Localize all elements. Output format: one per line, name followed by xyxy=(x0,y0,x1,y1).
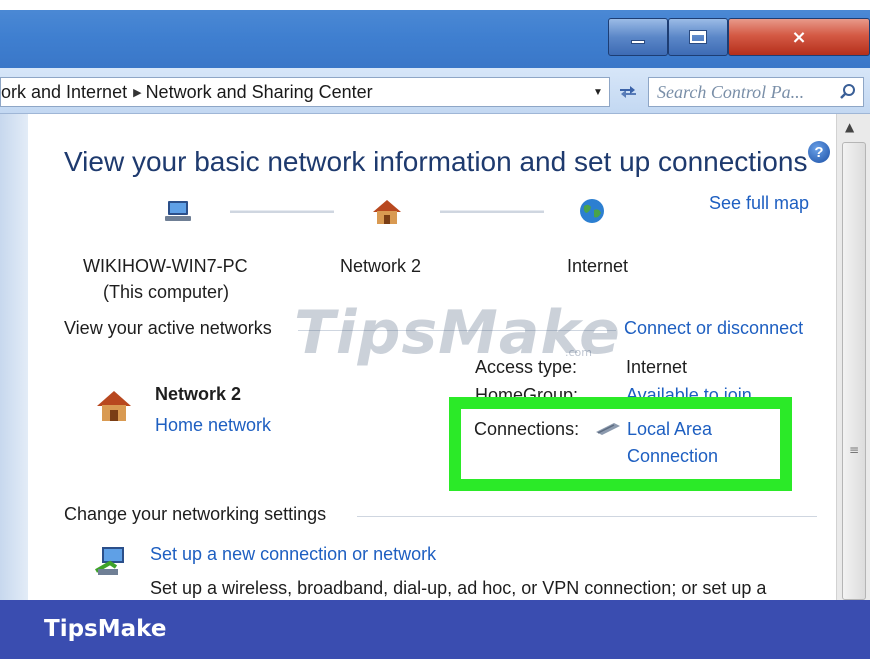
page-title: View your basic network information and … xyxy=(64,146,808,177)
scroll-thumb[interactable]: ≡ xyxy=(842,142,866,600)
scroll-up-icon[interactable]: ▲ xyxy=(845,120,854,134)
network-name: Network 2 xyxy=(155,384,242,404)
navigation-pane-edge xyxy=(0,114,28,600)
close-button[interactable]: × xyxy=(728,18,870,56)
minimize-icon xyxy=(631,40,645,44)
change-settings-label: Change your networking settings xyxy=(64,504,327,524)
home-network-icon[interactable] xyxy=(96,389,132,423)
breadcrumb[interactable]: ork and Internet ▶ Network and Sharing C… xyxy=(0,77,610,107)
title-bar: × xyxy=(0,0,870,68)
address-bar: ork and Internet ▶ Network and Sharing C… xyxy=(0,68,870,114)
map-node-internet-name: Internet xyxy=(567,256,629,276)
see-full-map-link[interactable]: See full map xyxy=(709,193,809,214)
map-node-computer-name: WIKIHOW-WIN7-PC xyxy=(83,256,248,276)
breadcrumb-separator-icon[interactable]: ▶ xyxy=(133,86,141,99)
connections-highlight xyxy=(449,397,792,491)
refresh-icon xyxy=(620,86,636,98)
map-node-computer-sub: (This computer) xyxy=(103,282,230,302)
section-divider xyxy=(357,516,817,517)
maximize-icon xyxy=(689,30,707,44)
computer-icon[interactable] xyxy=(164,199,194,225)
access-type-label: Access type: xyxy=(475,357,578,377)
breadcrumb-item-network-internet[interactable]: ork and Internet xyxy=(1,82,127,103)
connections-label: Connections: xyxy=(474,419,580,439)
help-icon[interactable]: ? xyxy=(808,141,830,163)
setup-connection-description: Set up a wireless, broadband, dial-up, a… xyxy=(150,578,767,598)
breadcrumb-item-sharing-center[interactable]: Network and Sharing Center xyxy=(146,82,373,103)
address-dropdown-icon[interactable]: ▼ xyxy=(587,78,609,106)
network-type-link[interactable]: Home network xyxy=(155,415,271,436)
window-top-edge xyxy=(0,0,870,10)
setup-connection-link[interactable]: Set up a new connection or network xyxy=(150,544,436,565)
scroll-grip-icon: ≡ xyxy=(849,443,860,457)
close-icon: × xyxy=(791,26,807,48)
map-connector-line xyxy=(440,210,544,213)
footer-brand: TipsMake xyxy=(44,616,167,642)
new-connection-icon[interactable] xyxy=(94,541,134,581)
home-network-icon[interactable] xyxy=(372,198,402,226)
search-icon[interactable] xyxy=(839,83,857,101)
vertical-scrollbar[interactable]: ▲ ≡ xyxy=(836,114,870,600)
connect-disconnect-link[interactable]: Connect or disconnect xyxy=(624,318,803,339)
map-connector-line xyxy=(230,210,334,213)
local-area-connection-link-line2[interactable]: Connection xyxy=(627,446,718,467)
network-adapter-icon xyxy=(596,423,620,435)
search-placeholder: Search Control Pa... xyxy=(657,81,805,102)
map-node-network-name: Network 2 xyxy=(340,256,422,276)
maximize-button[interactable] xyxy=(668,18,728,56)
active-networks-label: View your active networks xyxy=(64,318,272,338)
access-type-value: Internet xyxy=(626,357,688,377)
minimize-button[interactable] xyxy=(608,18,668,56)
globe-icon[interactable] xyxy=(578,197,606,225)
refresh-button[interactable] xyxy=(614,81,642,103)
control-panel-window: × ork and Internet ▶ Network and Sharing… xyxy=(0,0,870,600)
local-area-connection-link[interactable]: Local Area xyxy=(627,419,712,440)
search-input[interactable]: Search Control Pa... xyxy=(648,77,864,107)
